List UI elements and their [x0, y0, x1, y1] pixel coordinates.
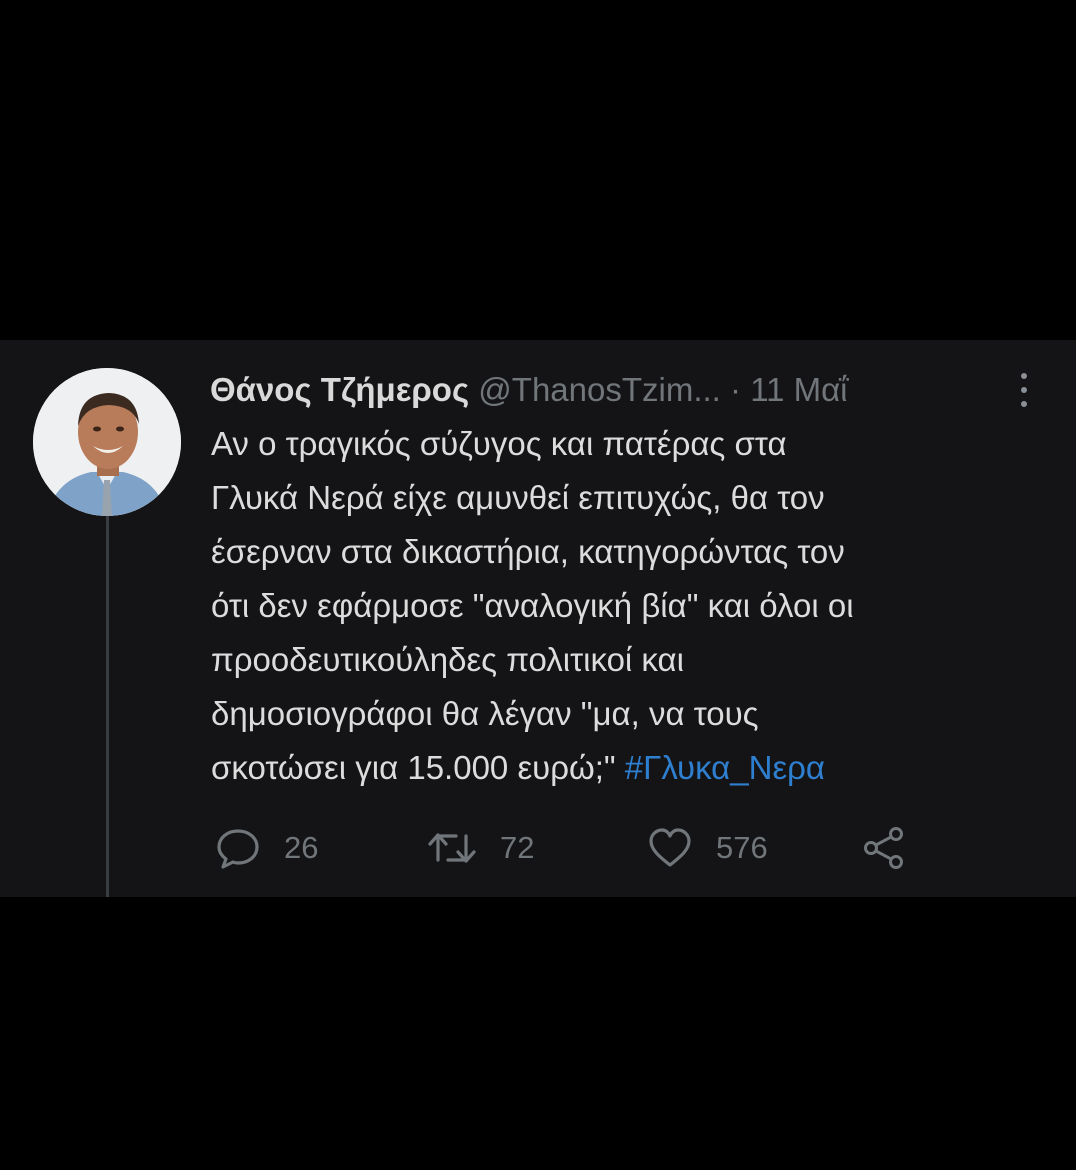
tweet-text-line: Γλυκά Νερά είχε αμυνθεί επιτυχώς, θα τον [211, 479, 825, 516]
profile-photo [33, 368, 181, 516]
display-name[interactable]: Θάνος Τζήμερος [210, 371, 469, 408]
tweet-text-line: Αν ο τραγικός σύζυγος και πατέρας στα [211, 425, 787, 462]
reply-button[interactable]: 26 [214, 820, 318, 876]
vertical-ellipsis-icon[interactable] [1012, 370, 1036, 410]
tweet-text-last-line: σκοτώσει για 15.000 ευρώ;" #Γλυκα_Νερα [211, 741, 1061, 795]
tweet-text-line-end: σκοτώσει για 15.000 ευρώ;" [211, 749, 625, 786]
like-count: 576 [716, 830, 768, 865]
hashtag-link[interactable]: #Γλυκα_Νερα [625, 749, 825, 786]
tweet-text: Αν ο τραγικός σύζυγος και πατέρας στα Γλ… [211, 417, 1061, 795]
reply-count: 26 [284, 830, 319, 865]
share-nodes-icon [864, 827, 903, 869]
tweet-actions: 26 72 576 [214, 820, 914, 876]
user-handle[interactable]: @ThanosTzim... [478, 371, 721, 408]
retweet-arrows-icon [428, 833, 476, 863]
tweet-text-line: έσερναν στα δικαστήρια, κατηγορώντας τον [211, 533, 845, 570]
speech-bubble-icon [217, 829, 259, 869]
thread-line [106, 515, 109, 897]
tweet-header: Θάνος Τζήμερος @ThanosTzim... · 11 Μαΐ [210, 366, 1010, 414]
tweet-text-line: δημοσιογράφοι θα λέγαν "μα, να τους [211, 695, 759, 732]
share-button[interactable] [860, 820, 908, 876]
tweet-date[interactable]: 11 Μαΐ [750, 371, 847, 408]
like-button[interactable]: 576 [646, 820, 768, 876]
avatar[interactable] [33, 368, 181, 516]
separator-dot: · [730, 371, 742, 408]
retweet-count: 72 [500, 830, 535, 865]
tweet-text-line: ότι δεν εφάρμοσε "αναλογική βία" και όλο… [211, 587, 854, 624]
heart-icon [649, 828, 691, 867]
tweet-text-line: προοδευτικούληδες πολιτικοί και [211, 641, 684, 678]
retweet-button[interactable]: 72 [426, 820, 534, 876]
